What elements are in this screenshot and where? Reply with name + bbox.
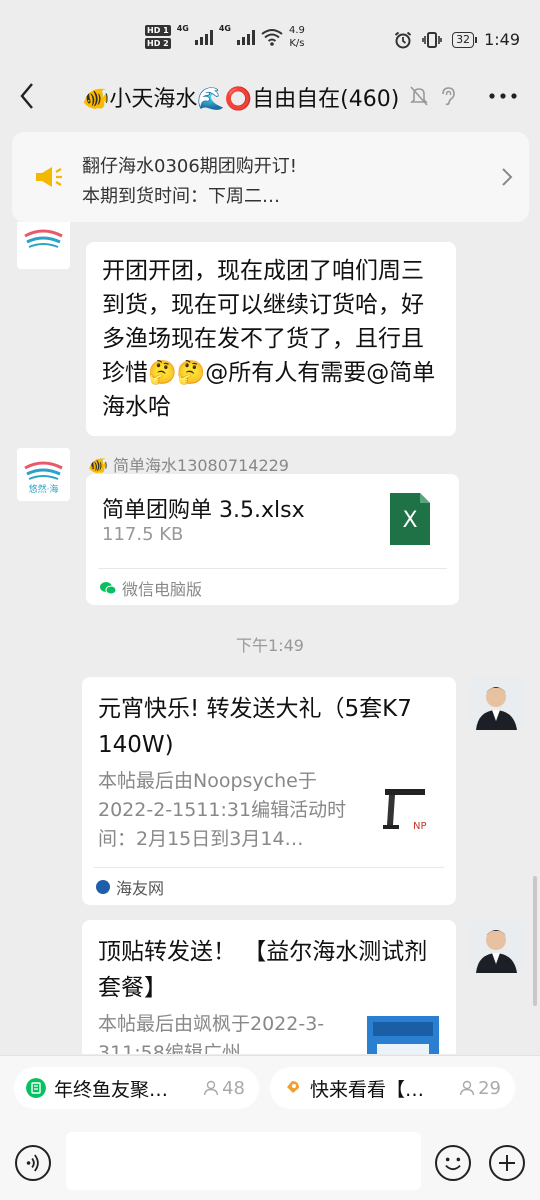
chat-title: 🐠小天海水🌊⭕自由自在(460) [82,87,400,112]
logo-avatar-icon [17,222,70,269]
network-indicators: HD 1 HD 2 4G 4G 4.9 K/s [145,24,305,50]
signal-icon [194,29,213,45]
battery-icon: 32 [452,31,478,48]
rocket-icon [286,1081,299,1094]
mute-bell-icon [410,86,428,106]
quick-link-pill[interactable]: 快来看看【… 29 [270,1067,515,1109]
pill-label: 快来看看【… [310,1078,425,1101]
divider [94,867,444,868]
alarm-icon [394,31,412,48]
message-input[interactable] [66,1132,421,1190]
link-description: 本帖最后由飒枫于2022-3-311:58编辑广州… [98,1013,325,1054]
count-value: 48 [222,1077,245,1099]
person-photo-icon [470,677,523,730]
megaphone-icon [36,167,62,187]
avatar[interactable]: 悠然·海 [17,448,70,501]
speed-value: 4.9 [288,25,305,36]
more-icon[interactable] [488,92,518,100]
excel-letter: X [402,508,418,533]
message-list[interactable]: 开团开团，现在成团了咱们周三到货，现在可以继续订货哈，好多渔场现在发不了货了，且… [0,222,540,1054]
document-icon [26,1078,46,1098]
count-value: 29 [478,1077,501,1099]
person-icon [203,1080,219,1096]
file-size: 117.5 KB [102,524,184,545]
chevron-right-icon [502,168,513,186]
emoji-icon[interactable] [435,1145,471,1181]
quick-links-bar: 年终鱼友聚… 48 快来看看【… 29 [0,1055,540,1121]
link-card[interactable]: 元宵快乐! 转发送大礼（5套K7 140W) 本帖最后由Noopsyche于20… [82,677,456,905]
scrollbar[interactable] [533,876,537,1006]
divider [98,568,447,569]
back-icon[interactable] [14,78,44,114]
person-photo-icon [470,920,523,973]
plus-icon[interactable] [489,1145,525,1181]
file-source: 微信电脑版 [100,576,202,600]
source-label: 海友网 [116,879,165,898]
hd2-badge: HD 2 [145,38,171,49]
my-avatar[interactable] [470,920,523,973]
my-avatar[interactable] [470,677,523,730]
person-icon [459,1080,475,1096]
pill-count: 29 [459,1078,501,1099]
network-type-1: 4G [176,24,189,33]
network-speed: 4.9 K/s [289,24,305,50]
site-logo-icon [96,880,110,894]
input-bar [0,1121,540,1200]
ear-icon [442,87,455,106]
status-right: 32 1:49 [394,30,520,49]
link-description: 本帖最后由Noopsyche于2022-2-1511:31编辑活动时间：2月15… [98,770,347,850]
network-type-2: 4G [218,24,231,33]
avatar-label: 悠然·海 [28,485,59,495]
status-bar: HD 1 HD 2 4G 4G 4.9 K/s 32 1:49 [0,0,540,80]
clock: 1:49 [484,30,520,49]
hd1-badge: HD 1 [145,25,171,36]
file-message[interactable]: 简单团购单 3.5.xlsx 117.5 KB X 微信电脑版 [86,474,459,605]
link-card[interactable]: 顶贴转发送！ 【益尔海水测试剂套餐】 本帖最后由飒枫于2022-3-311:58… [82,920,456,1054]
chat-header: 🐠小天海水🌊⭕自由自在(460) [0,70,540,122]
avatar[interactable] [17,222,70,269]
voice-icon[interactable] [15,1145,51,1181]
pill-count: 48 [203,1078,245,1099]
product-poster-thumbnail [367,1016,439,1054]
text-message[interactable]: 开团开团，现在成团了咱们周三到货，现在可以继续订货哈，好多渔场现在发不了货了，且… [86,242,456,436]
svg-text:NP: NP [413,821,427,832]
timestamp: 下午1:49 [236,636,304,655]
quick-link-pill[interactable]: 年终鱼友聚… 48 [14,1067,259,1109]
hd-badges: HD 1 HD 2 [145,25,171,49]
link-title: 元宵快乐! 转发送大礼（5套K7 140W) [98,696,412,758]
wifi-icon [261,29,283,46]
source-label: 微信电脑版 [122,580,203,599]
signal-icon-2 [236,29,255,45]
file-name: 简单团购单 3.5.xlsx [102,498,305,523]
message-text: 开团开团，现在成团了咱们周三到货，现在可以继续订货哈，好多渔场现在发不了货了，且… [102,258,436,420]
group-announcement[interactable]: 翻仔海水0306期团购开订! 本期到货时间：下周二… [12,132,529,222]
speed-unit: K/s [289,38,305,49]
vibrate-icon [422,31,442,48]
light-product-thumbnail: NP [375,777,441,837]
sender-name: 🐠 简单海水13080714229 [88,456,289,475]
link-source: 海友网 [96,875,164,899]
link-title: 顶贴转发送！ 【益尔海水测试剂套餐】 [98,939,428,1001]
pill-label: 年终鱼友聚… [54,1078,169,1101]
announcement-subtitle: 本期到货时间：下周二… [82,186,280,207]
announcement-title: 翻仔海水0306期团购开订! [82,156,298,177]
wechat-icon [100,582,116,595]
